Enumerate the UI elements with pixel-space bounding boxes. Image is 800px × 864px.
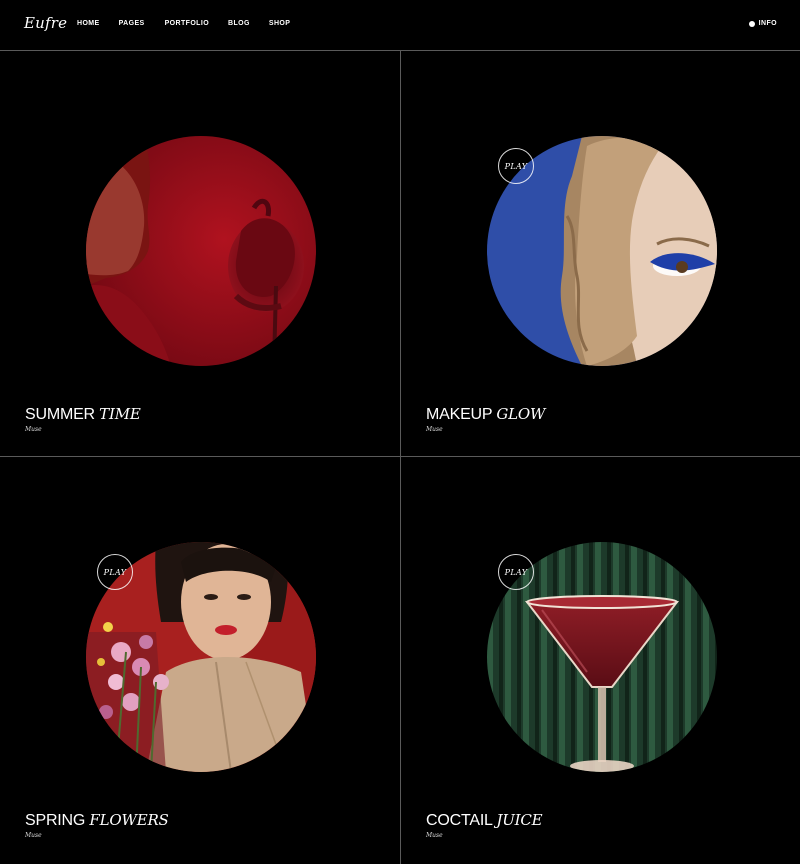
nav-blog[interactable]: BLOG	[228, 20, 250, 27]
red-portrait-image	[86, 136, 316, 366]
portfolio-card-summer-time[interactable]: SUMMER TIME Muse	[0, 51, 400, 456]
portfolio-card-spring-flowers[interactable]: PLAY SPRING FLOWERS Muse	[0, 457, 400, 862]
nav-portfolio[interactable]: PORTFOLIO	[165, 20, 209, 27]
nav-home[interactable]: HOME	[77, 20, 100, 27]
card-category[interactable]: Muse	[25, 832, 42, 839]
play-button[interactable]: PLAY	[498, 148, 534, 184]
site-logo[interactable]: Eufre	[24, 14, 67, 32]
info-toggle[interactable]: INFO	[748, 20, 777, 27]
site-header: Eufre HOME PAGES PORTFOLIO BLOG SHOP INF…	[0, 0, 800, 51]
portfolio-card-makeup-glow[interactable]: PLAY MAKEUP GLOW Muse	[401, 51, 800, 456]
card-category[interactable]: Muse	[426, 832, 443, 839]
card-title[interactable]: SUMMER TIME	[25, 405, 141, 424]
play-button[interactable]: PLAY	[498, 554, 534, 590]
card-title[interactable]: MAKEUP GLOW	[426, 405, 545, 424]
card-image[interactable]	[86, 136, 316, 366]
card-title[interactable]: COCTAIL JUICE	[426, 811, 543, 830]
card-category[interactable]: Muse	[426, 426, 443, 433]
card-category[interactable]: Muse	[25, 426, 42, 433]
dot-icon	[748, 20, 755, 27]
card-title[interactable]: SPRING FLOWERS	[25, 811, 169, 830]
play-button[interactable]: PLAY	[97, 554, 133, 590]
portfolio-card-coctail-juice[interactable]: PLAY COCTAIL JUICE Muse	[401, 457, 800, 862]
info-label: INFO	[758, 20, 777, 27]
nav-shop[interactable]: SHOP	[269, 20, 290, 27]
nav-pages[interactable]: PAGES	[119, 20, 145, 27]
main-nav: HOME PAGES PORTFOLIO BLOG SHOP	[77, 20, 290, 27]
